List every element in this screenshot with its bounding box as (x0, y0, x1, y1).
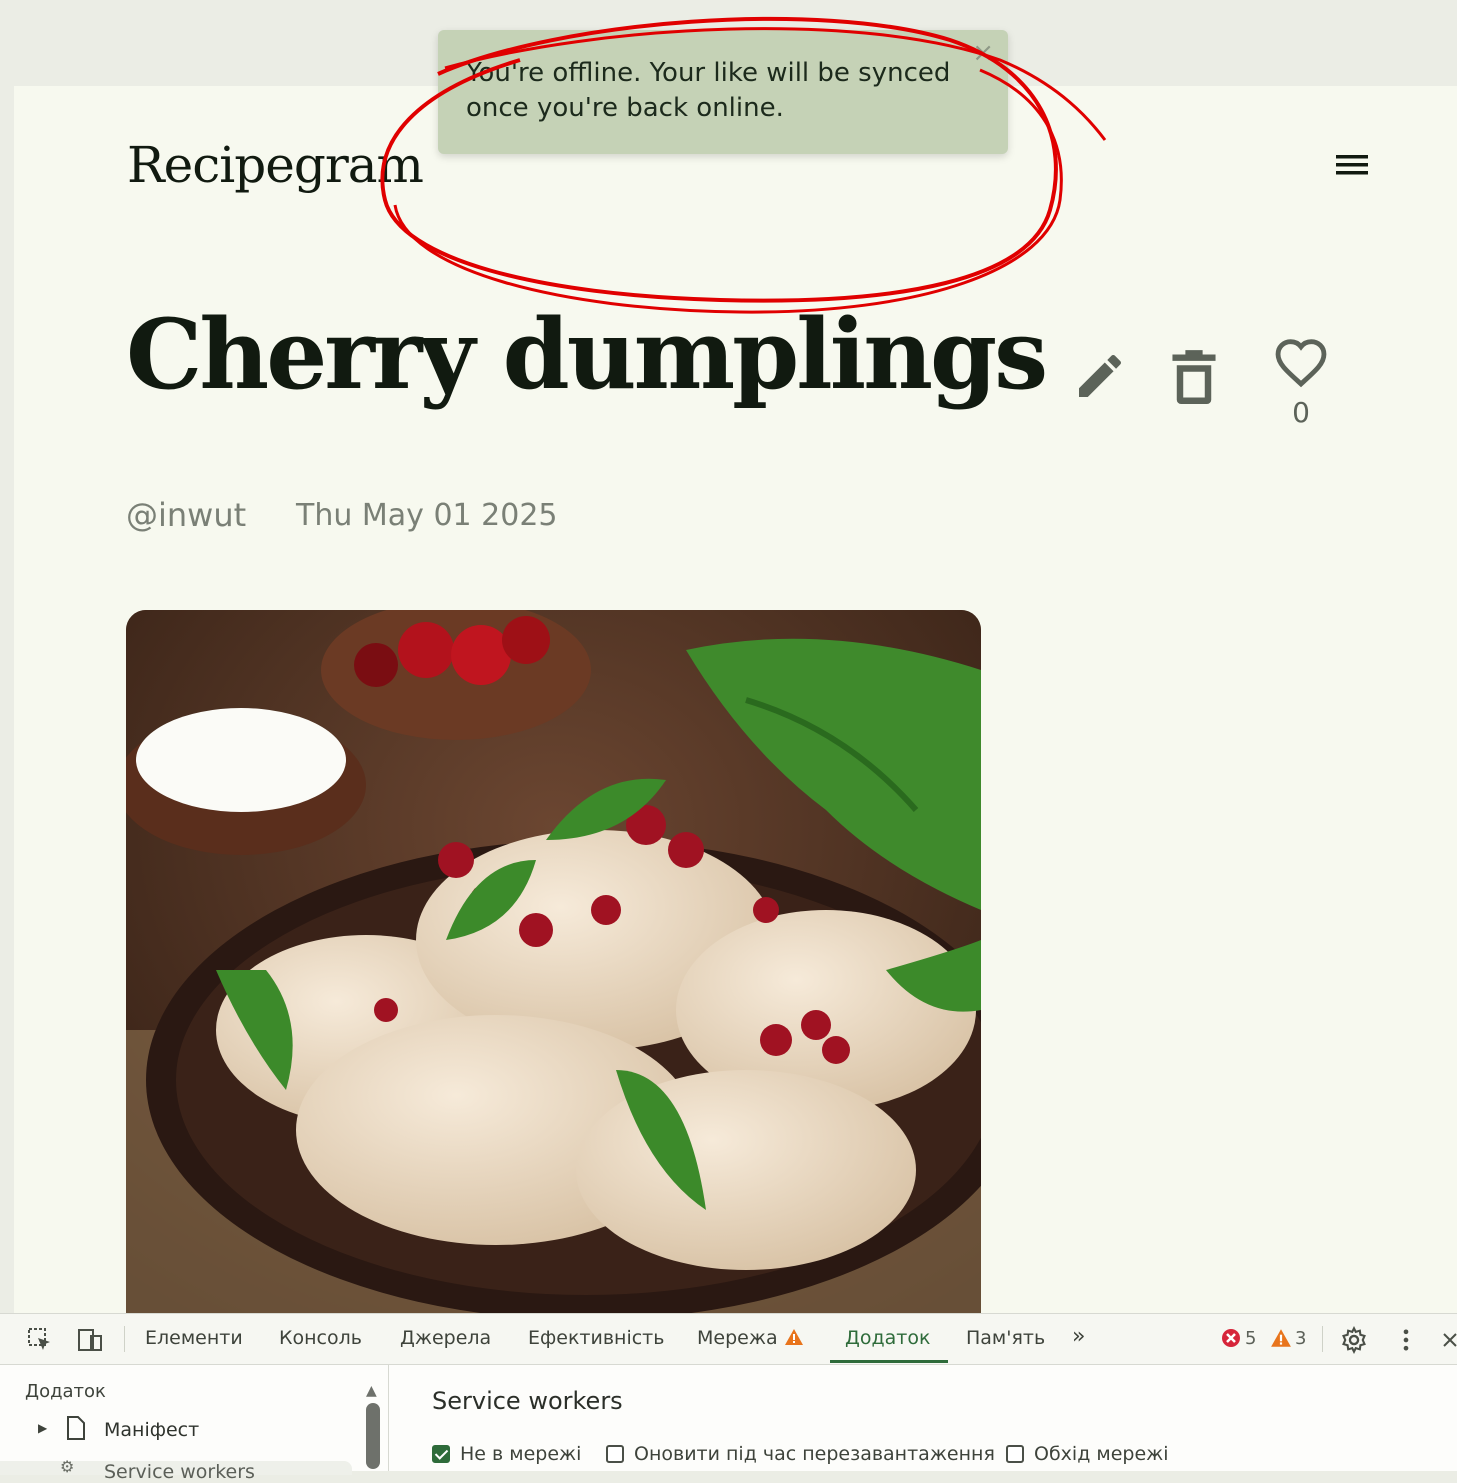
recipe-title: Cherry dumplings (126, 298, 1048, 411)
tab-network[interactable]: Мережа (697, 1327, 804, 1349)
warning-icon (784, 1329, 803, 1345)
kebab-menu-icon[interactable] (1392, 1326, 1420, 1354)
sidebar-scrollbar[interactable] (366, 1403, 380, 1469)
app-logo[interactable]: Recipegram (127, 136, 424, 194)
tab-network-label: Мережа (697, 1327, 778, 1349)
offline-checkbox-box[interactable] (432, 1445, 450, 1463)
devtools-toolbar: Елементи Консоль Джерела Ефективність Ме… (0, 1313, 1457, 1365)
author-link[interactable]: @inwut (126, 496, 246, 534)
toast-message: You're offline. Your like will be synced… (466, 58, 951, 123)
close-devtools-icon[interactable] (1440, 1326, 1457, 1354)
tab-sources[interactable]: Джерела (400, 1327, 491, 1349)
update-on-reload-checkbox[interactable]: Оновити під час перезавантаження (606, 1443, 995, 1465)
offline-checkbox-label: Не в мережі (460, 1443, 582, 1465)
heart-icon[interactable] (1272, 334, 1330, 388)
tab-console[interactable]: Консоль (279, 1327, 362, 1349)
sidebar-item-service-workers[interactable]: Service workers (104, 1461, 255, 1483)
update-on-reload-label: Оновити під час перезавантаження (634, 1443, 995, 1465)
offline-checkbox[interactable]: Не в мережі (432, 1443, 581, 1465)
post-date: Thu May 01 2025 (296, 498, 558, 533)
tab-memory[interactable]: Пам'ять (966, 1327, 1045, 1349)
warning-count[interactable]: 3 (1295, 1328, 1306, 1349)
devtools-panel: Елементи Консоль Джерела Ефективність Ме… (0, 1313, 1457, 1483)
bypass-network-checkbox[interactable]: Обхід мережі (1006, 1443, 1169, 1465)
gears-icon: ⚙ (60, 1457, 75, 1476)
sidebar-item-manifest[interactable]: Маніфест (104, 1419, 199, 1441)
service-workers-title: Service workers (432, 1387, 623, 1415)
tab-application[interactable]: Додаток (845, 1327, 930, 1349)
error-icon (1222, 1329, 1240, 1347)
edit-icon[interactable] (1072, 348, 1128, 404)
expand-arrow-icon[interactable]: ▶ (38, 1421, 47, 1435)
settings-gear-icon[interactable] (1340, 1326, 1368, 1354)
active-tab-indicator (830, 1360, 948, 1363)
more-tabs-button[interactable]: » (1072, 1324, 1085, 1349)
delete-icon[interactable] (1169, 348, 1219, 404)
menu-icon[interactable] (1334, 150, 1370, 180)
warning-count-icon (1271, 1329, 1291, 1347)
recipe-photo (126, 610, 981, 1313)
application-sidebar: Додаток ▶ Маніфест ⚙ Service workers ▲ (0, 1365, 389, 1483)
inspect-icon[interactable] (26, 1326, 54, 1354)
like-count: 0 (1292, 396, 1310, 429)
device-toolbar-icon[interactable] (76, 1326, 104, 1354)
offline-toast: You're offline. Your like will be synced… (438, 30, 1008, 154)
toolbar-divider (124, 1326, 125, 1352)
error-count[interactable]: 5 (1245, 1328, 1256, 1349)
scroll-up-arrow-icon[interactable]: ▲ (366, 1383, 377, 1399)
bypass-network-label: Обхід мережі (1034, 1443, 1169, 1465)
close-icon[interactable]: × (972, 38, 994, 68)
update-on-reload-box[interactable] (606, 1445, 624, 1463)
bypass-network-box[interactable] (1006, 1445, 1024, 1463)
file-icon (67, 1416, 85, 1440)
recipe-page: Recipegram Cherry dumplings 0 @inwut Thu… (14, 86, 1457, 1313)
toolbar-divider (1322, 1326, 1323, 1352)
tab-performance[interactable]: Ефективність (528, 1327, 664, 1349)
tab-elements[interactable]: Елементи (145, 1327, 243, 1349)
sidebar-heading: Додаток (25, 1381, 106, 1402)
